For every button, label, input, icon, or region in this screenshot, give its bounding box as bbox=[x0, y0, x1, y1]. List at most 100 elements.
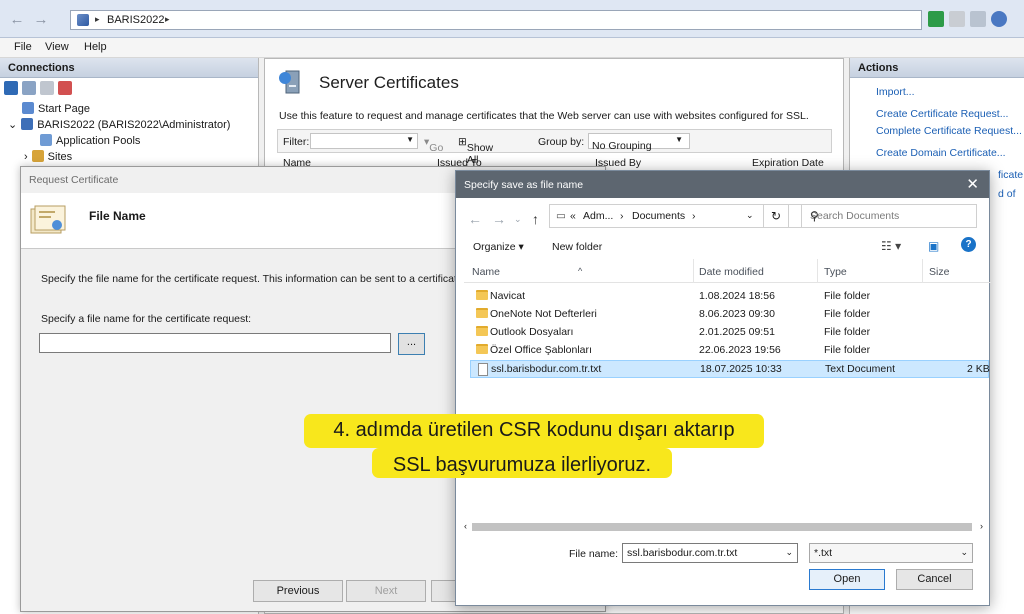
up-arrow-icon[interactable]: ↑ bbox=[532, 211, 539, 227]
file-date: 1.08.2024 18:56 bbox=[699, 290, 775, 302]
stop-icon[interactable] bbox=[949, 11, 965, 27]
scroll-left-icon[interactable]: ‹ bbox=[464, 521, 467, 531]
action-partial[interactable]: d of bbox=[998, 188, 1016, 200]
column-size[interactable]: Size bbox=[929, 266, 949, 278]
chevron-right-icon[interactable]: › bbox=[24, 151, 28, 163]
tree-item-label: BARIS2022 (BARIS2022\Administrator) bbox=[37, 119, 231, 131]
action-self-signed-partial[interactable]: ficate... bbox=[998, 169, 1024, 181]
browse-button[interactable]: ... bbox=[398, 333, 425, 355]
app-pool-icon bbox=[40, 134, 52, 146]
scroll-right-icon[interactable]: › bbox=[980, 521, 983, 531]
view-options-icon[interactable]: ☷ ▾ bbox=[881, 239, 901, 253]
back-arrow-icon[interactable]: ← bbox=[468, 211, 482, 227]
list-item[interactable]: OneNote Not Defterleri 8.06.2023 09:30 F… bbox=[470, 306, 989, 324]
tree-item-server[interactable]: ⌄ BARIS2022 (BARIS2022\Administrator) bbox=[8, 118, 230, 131]
file-date: 8.06.2023 09:30 bbox=[699, 308, 775, 320]
scrollbar-thumb[interactable] bbox=[472, 523, 972, 531]
column-divider[interactable] bbox=[817, 259, 818, 283]
home-icon[interactable] bbox=[970, 11, 986, 27]
search-input[interactable]: Search Documents ⚲ bbox=[801, 204, 977, 228]
path-segment-adm[interactable]: Adm... bbox=[583, 210, 613, 222]
list-item[interactable]: Özel Office Şablonları 22.06.2023 19:56 … bbox=[470, 342, 989, 360]
filter-input[interactable]: ▼ bbox=[310, 133, 418, 149]
certificate-filename-input[interactable] bbox=[39, 333, 391, 353]
refresh-icon: ↻ bbox=[770, 209, 782, 223]
file-date: 2.01.2025 09:51 bbox=[699, 326, 775, 338]
preview-pane-icon[interactable]: ▣ bbox=[928, 239, 939, 253]
up-icon[interactable] bbox=[40, 81, 54, 95]
column-divider[interactable] bbox=[693, 259, 694, 283]
file-type: Text Document bbox=[825, 363, 896, 375]
action-create-certificate-request[interactable]: Create Certificate Request... bbox=[876, 108, 1008, 120]
file-type: File folder bbox=[824, 308, 871, 320]
server-icon bbox=[21, 118, 34, 130]
path-overflow[interactable]: « bbox=[570, 210, 576, 222]
cancel-button[interactable]: Cancel bbox=[896, 569, 973, 590]
refresh-button[interactable]: ↻ bbox=[763, 204, 789, 228]
folder-icon bbox=[476, 290, 488, 300]
file-type: File folder bbox=[824, 326, 871, 338]
back-button[interactable]: ← bbox=[8, 12, 26, 28]
tree-item-start-page[interactable]: Start Page bbox=[22, 102, 90, 115]
new-folder-button[interactable]: New folder bbox=[552, 241, 602, 253]
column-divider[interactable] bbox=[922, 259, 923, 283]
help-icon[interactable]: ? bbox=[961, 237, 976, 252]
list-item-selected[interactable]: ssl.barisbodur.com.tr.txt 18.07.2025 10:… bbox=[470, 360, 990, 378]
tree-item-application-pools[interactable]: Application Pools bbox=[40, 134, 140, 147]
horizontal-scrollbar[interactable]: ‹ › bbox=[464, 521, 983, 533]
address-bar[interactable]: ▸ BARIS2022 ▸ bbox=[70, 10, 922, 30]
chevron-down-icon[interactable]: ▼ bbox=[406, 135, 414, 144]
show-all-button[interactable]: ⊞ Show All bbox=[458, 136, 493, 166]
file-date: 18.07.2025 10:33 bbox=[700, 363, 782, 375]
file-name: Outlook Dosyaları bbox=[490, 326, 574, 338]
column-name[interactable]: Name bbox=[472, 266, 500, 278]
disconnect-icon[interactable] bbox=[58, 81, 72, 95]
recent-dropdown-icon[interactable]: ⌄ bbox=[514, 214, 522, 225]
close-icon[interactable]: ✕ bbox=[966, 175, 979, 193]
chevron-down-icon[interactable]: ⌄ bbox=[785, 547, 793, 558]
group-by-label: Group by: bbox=[538, 136, 585, 148]
column-type[interactable]: Type bbox=[824, 266, 847, 278]
action-create-domain-certificate[interactable]: Create Domain Certificate... bbox=[876, 147, 1006, 159]
filetype-select[interactable]: *.txt ⌄ bbox=[809, 543, 973, 563]
next-button[interactable]: Next bbox=[346, 580, 426, 602]
server-icon bbox=[77, 14, 89, 26]
breadcrumb-separator: ▸ bbox=[165, 14, 170, 24]
chevron-down-icon: ▼ bbox=[675, 135, 683, 144]
menu-help[interactable]: Help bbox=[84, 41, 107, 53]
organize-button[interactable]: Organize ▾ bbox=[473, 241, 524, 253]
tree-item-sites[interactable]: › Sites bbox=[24, 150, 72, 163]
save-icon[interactable] bbox=[22, 81, 36, 95]
tree-item-label: Application Pools bbox=[56, 135, 141, 147]
search-icon: ⚲ bbox=[810, 209, 819, 223]
certificate-icon bbox=[30, 205, 66, 234]
breadcrumb-separator: ▸ bbox=[95, 14, 100, 24]
chevron-down-icon[interactable]: ⌄ bbox=[746, 210, 754, 221]
previous-button[interactable]: Previous bbox=[253, 580, 343, 602]
go-button[interactable]: ▾ Go bbox=[424, 136, 443, 154]
action-import[interactable]: Import... bbox=[876, 86, 915, 98]
path-bar[interactable]: ▭ « Adm... › Documents › ⌄ bbox=[549, 204, 833, 228]
file-size: 2 KB bbox=[967, 363, 990, 375]
list-item[interactable]: Outlook Dosyaları 2.01.2025 09:51 File f… bbox=[470, 324, 989, 342]
column-date-modified[interactable]: Date modified bbox=[699, 266, 764, 278]
chevron-down-icon[interactable]: ⌄ bbox=[8, 119, 17, 131]
folder-icon bbox=[476, 344, 488, 354]
forward-arrow-icon[interactable]: → bbox=[492, 211, 506, 227]
open-button[interactable]: Open bbox=[809, 569, 885, 590]
path-separator: › bbox=[692, 210, 696, 222]
group-by-select[interactable]: No Grouping ▼ bbox=[588, 133, 690, 152]
list-item[interactable]: Navicat 1.08.2024 18:56 File folder bbox=[470, 288, 989, 306]
help-icon[interactable] bbox=[991, 11, 1007, 27]
menu-file[interactable]: File bbox=[14, 41, 32, 53]
connect-icon[interactable] bbox=[4, 81, 18, 95]
refresh-icon[interactable] bbox=[928, 11, 944, 27]
menu-view[interactable]: View bbox=[45, 41, 69, 53]
column-expiration-date[interactable]: Expiration Date bbox=[752, 157, 824, 169]
breadcrumb-server[interactable]: BARIS2022 bbox=[107, 14, 164, 26]
filename-input[interactable]: ssl.barisbodur.com.tr.txt ⌄ bbox=[622, 543, 798, 563]
action-complete-certificate-request[interactable]: Complete Certificate Request... bbox=[876, 125, 1022, 137]
path-segment-documents[interactable]: Documents bbox=[632, 210, 685, 222]
forward-button[interactable]: → bbox=[32, 12, 50, 28]
filename-value: ssl.barisbodur.com.tr.txt bbox=[627, 547, 738, 559]
